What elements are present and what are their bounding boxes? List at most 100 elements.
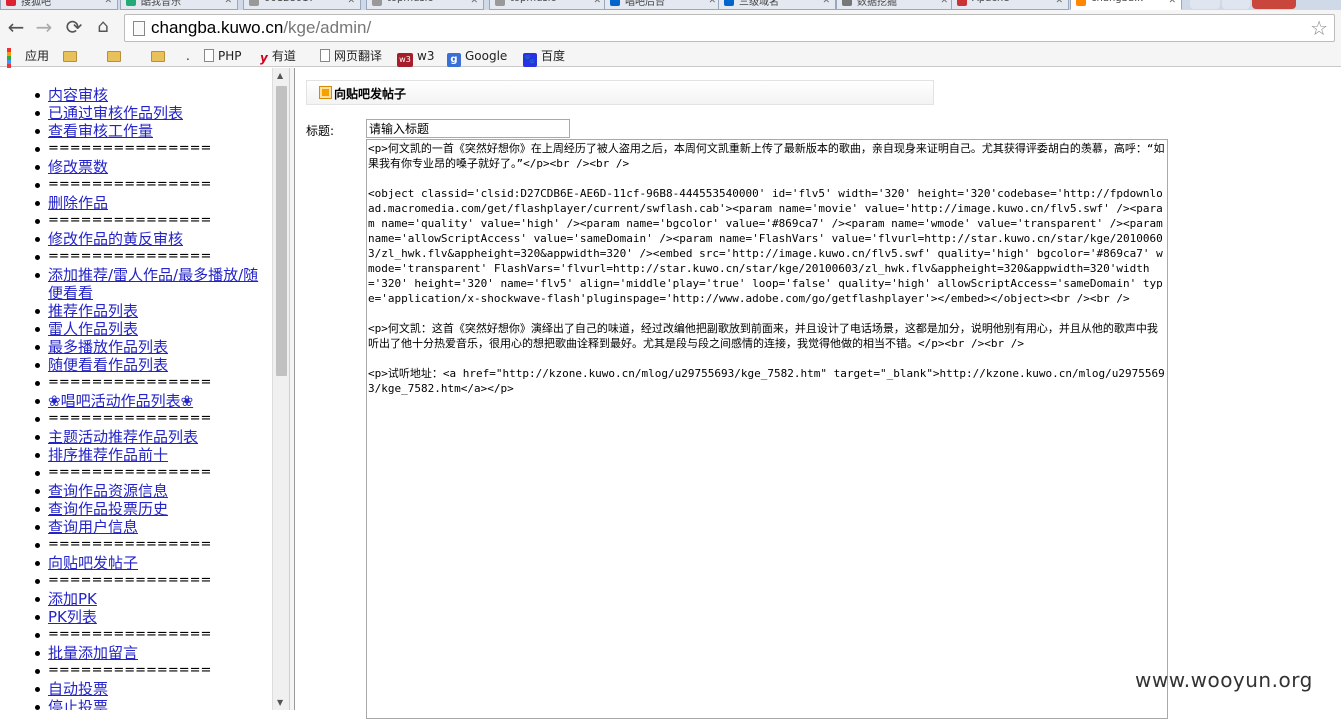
browser-tab[interactable]: 唱吧后台 ✕ (604, 0, 722, 10)
browser-tab[interactable]: 三级域名 ✕ (718, 0, 836, 10)
bookmark-item[interactable]: w3 w3 (397, 48, 434, 67)
tab-close-icon[interactable]: ✕ (1168, 0, 1176, 6)
bullet-icon (35, 651, 40, 656)
scroll-down-arrow-icon[interactable]: ▼ (277, 698, 283, 707)
home-icon[interactable]: ⌂ (91, 16, 115, 40)
tab-close-icon[interactable]: ✕ (347, 0, 355, 6)
separator-text: =============== (48, 663, 212, 678)
menu-link[interactable]: 主题活动推荐作品列表 (48, 428, 198, 446)
watermark: www.wooyun.org (1135, 668, 1313, 692)
menu-separator: =============== (35, 374, 272, 392)
scroll-up-arrow-icon[interactable]: ▲ (277, 71, 283, 80)
menu-separator: =============== (35, 140, 272, 158)
bullet-icon (35, 165, 40, 170)
folder-icon (151, 51, 165, 62)
menu-separator: =============== (35, 248, 272, 266)
menu-link[interactable]: 已通过审核作品列表 (48, 104, 183, 122)
window-close-button[interactable] (1252, 0, 1296, 9)
browser-tab[interactable]: 00128017 ✕ (243, 0, 361, 10)
bookmark-item[interactable]: 🐾 百度 (523, 48, 565, 67)
tab-close-icon[interactable]: ✕ (708, 0, 716, 6)
menu-link[interactable]: 批量添加留言 (48, 644, 138, 662)
scroll-thumb[interactable] (276, 86, 287, 376)
forward-arrow-icon[interactable]: → (32, 16, 56, 40)
menu-link[interactable]: 最多播放作品列表 (48, 338, 168, 356)
menu-item: 内容审核 (35, 86, 272, 104)
bookmark-item[interactable]: y 有道 (260, 48, 296, 65)
window-minimize-button[interactable] (1190, 0, 1220, 9)
bookmark-item[interactable]: . (186, 48, 190, 64)
left-scrollbar[interactable]: ▲ ▼ (272, 68, 289, 710)
tab-close-icon[interactable]: ✕ (1055, 0, 1063, 6)
tab-close-icon[interactable]: ✕ (224, 0, 232, 6)
tab-close-icon[interactable]: ✕ (940, 0, 948, 6)
menu-link[interactable]: 添加推荐/雷人作品/最多播放/随便看看 (48, 266, 258, 302)
tab-close-icon[interactable]: ✕ (470, 0, 478, 6)
menu-link[interactable]: 查询用户信息 (48, 518, 138, 536)
menu-link[interactable]: 内容审核 (48, 86, 108, 104)
separator-text: =============== (48, 375, 212, 390)
menu-link[interactable]: 查询作品资源信息 (48, 482, 168, 500)
tab-close-icon[interactable]: ✕ (822, 0, 830, 6)
bullet-icon (35, 507, 40, 512)
window-maximize-button[interactable] (1222, 0, 1250, 9)
browser-tab[interactable]: topmusic ✕ (366, 0, 484, 10)
left-nav-frame: 内容审核 已通过审核作品列表 查看审核工作量 =============== 修改票数 =… (0, 68, 289, 710)
bookmark-item[interactable] (63, 48, 81, 64)
menu-item: 删除作品 (35, 194, 272, 212)
separator-text: =============== (48, 573, 212, 588)
menu-link[interactable]: 排序推荐作品前十 (48, 446, 168, 464)
bullet-icon (35, 633, 40, 638)
tab-close-icon[interactable]: ✕ (104, 0, 112, 6)
tab-label: changba.k (1091, 0, 1143, 4)
bookmark-item[interactable]: g Google (447, 48, 507, 67)
reload-icon[interactable]: ⟳ (62, 16, 86, 40)
menu-item: 雷人作品列表 (35, 320, 272, 338)
menu-item: 修改票数 (35, 158, 272, 176)
content-textarea[interactable]: <p>何文凯的一首《突然好想你》在上周经历了被人盗用之后，本周何文凯重新上传了最… (366, 139, 1168, 719)
menu-link[interactable]: 推荐作品列表 (48, 302, 138, 320)
bookmark-item[interactable]: PHP (204, 48, 242, 64)
bookmark-item[interactable]: 应用 (7, 48, 49, 84)
menu-link[interactable]: 修改票数 (48, 158, 108, 176)
page-icon (133, 21, 145, 36)
title-input[interactable] (366, 119, 570, 138)
menu-link[interactable]: 查询作品投票历史 (48, 500, 168, 518)
menu-link[interactable]: 雷人作品列表 (48, 320, 138, 338)
menu-link[interactable]: 修改作品的黄反审核 (48, 230, 183, 248)
menu-separator: =============== (35, 212, 272, 230)
menu-link[interactable]: 停止投票 (48, 698, 108, 710)
browser-tab[interactable]: 酷我音乐 ✕ (120, 0, 238, 10)
browser-tab[interactable]: 搜狐吧 ✕ (0, 0, 118, 10)
tab-favicon-icon (610, 0, 620, 6)
bookmark-star-icon[interactable]: ☆ (1310, 16, 1328, 40)
menu-link[interactable]: 删除作品 (48, 194, 108, 212)
bullet-icon (35, 705, 40, 710)
url-text[interactable]: changba.kuwo.cn/kge/admin/ (151, 18, 371, 38)
browser-tab[interactable]: topmusic ✕ (489, 0, 607, 10)
tab-favicon-icon (842, 0, 852, 6)
tab-close-icon[interactable]: ✕ (593, 0, 601, 6)
bookmark-label: 有道 (271, 49, 296, 63)
browser-toolbar: ← → ⟳ ⌂ changba.kuwo.cn/kge/admin/ ☆ (0, 10, 1341, 45)
browser-tab[interactable]: changba.k ✕ (1070, 0, 1182, 10)
frame-divider[interactable] (289, 68, 295, 710)
bookmark-item[interactable]: 网页翻译 (320, 48, 382, 64)
bullet-icon (35, 381, 40, 386)
browser-tab[interactable]: Apache ✕ (951, 0, 1069, 10)
menu-link[interactable]: 随便看看作品列表 (48, 356, 168, 374)
menu-link[interactable]: PK列表 (48, 608, 97, 626)
menu-link[interactable]: 添加PK (48, 590, 97, 608)
browser-tab[interactable]: 数据挖掘 ✕ (836, 0, 954, 10)
menu-link[interactable]: 自动投票 (48, 680, 108, 698)
bookmark-item[interactable] (107, 48, 125, 64)
bullet-icon (35, 201, 40, 206)
back-arrow-icon[interactable]: ← (4, 16, 28, 40)
menu-item: 查看审核工作量 (35, 122, 272, 140)
menu-link[interactable]: 查看审核工作量 (48, 122, 153, 140)
address-bar[interactable]: changba.kuwo.cn/kge/admin/ ☆ (124, 14, 1335, 42)
bookmark-item[interactable] (151, 48, 169, 64)
tab-favicon-icon (249, 0, 259, 6)
menu-link[interactable]: ❀唱吧活动作品列表❀ (48, 392, 193, 410)
menu-link[interactable]: 向贴吧发帖子 (48, 554, 138, 572)
